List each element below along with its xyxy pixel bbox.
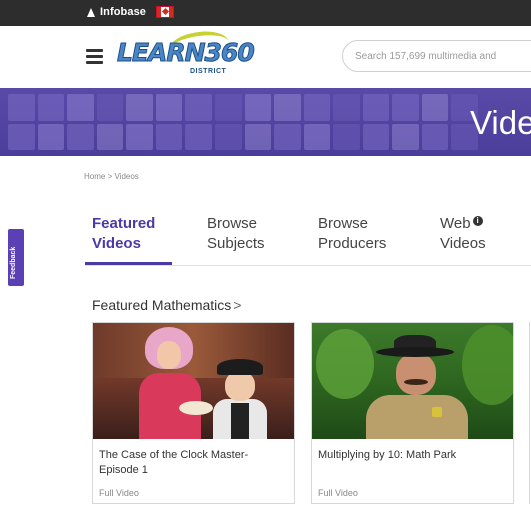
canada-flag-icon[interactable]: [156, 6, 175, 18]
banner-title: Vide: [470, 104, 531, 141]
banner-collage: [8, 94, 478, 150]
feedback-label: Feedback: [10, 246, 17, 279]
learn360-logo[interactable]: LEARN360 DISTRICT: [117, 27, 256, 78]
section-title: Featured Mathematics: [92, 297, 232, 313]
hamburger-menu-icon[interactable]: [86, 49, 103, 64]
feedback-button[interactable]: Feedback: [8, 229, 24, 286]
video-tabs: Featured Videos Browse Subjects Browse P…: [92, 214, 531, 266]
tab-label-line1: Featured: [92, 215, 156, 232]
section-title-link[interactable]: Featured Mathematics >: [92, 297, 241, 313]
search-input[interactable]: [343, 41, 531, 71]
video-card[interactable]: The Case of the Clock Master- Episode 1 …: [92, 322, 295, 504]
breadcrumb-home[interactable]: Home: [84, 172, 105, 181]
brand-name: Infobase: [100, 6, 147, 18]
breadcrumb-separator: >: [107, 172, 113, 181]
search-box[interactable]: [342, 40, 531, 72]
video-title[interactable]: The Case of the Clock Master- Episode 1: [99, 448, 289, 478]
video-title[interactable]: Multiplying by 10: Math Park: [318, 448, 508, 463]
breadcrumb: Home > Videos: [84, 172, 139, 181]
tab-label-line2: Videos: [440, 235, 486, 252]
logo-subtext: DISTRICT: [190, 68, 227, 75]
chevron-right-icon: >: [233, 297, 242, 313]
tab-label-line2: Subjects: [207, 235, 265, 252]
infobase-brand[interactable]: Infobase: [87, 6, 175, 18]
site-header: LEARN360 DISTRICT: [0, 26, 531, 88]
video-thumbnail[interactable]: [93, 323, 294, 439]
breadcrumb-current: Videos: [114, 172, 139, 181]
video-type: Full Video: [99, 488, 139, 498]
tab-label-line1: Browse: [207, 215, 258, 232]
logo-text: LEARN360: [117, 38, 256, 68]
infobase-triangle-icon: [87, 7, 96, 17]
tab-label-line1: Browse: [318, 215, 369, 232]
tab-featured-videos[interactable]: Featured Videos: [92, 214, 155, 254]
page-banner: Vide: [0, 88, 531, 156]
top-bar: Infobase: [0, 0, 531, 26]
video-thumbnail[interactable]: [312, 323, 513, 439]
tab-label-line1: Web: [440, 215, 471, 232]
tab-browse-subjects[interactable]: Browse Subjects: [207, 214, 265, 254]
tabs-divider: [85, 265, 531, 266]
video-type: Full Video: [318, 488, 358, 498]
tab-label-line2: Videos: [92, 235, 141, 252]
tab-web-videos[interactable]: Web i Videos: [440, 214, 486, 254]
tab-browse-producers[interactable]: Browse Producers: [318, 214, 386, 254]
info-icon[interactable]: i: [472, 216, 483, 226]
tab-label-line2: Producers: [318, 235, 387, 252]
video-card[interactable]: Multiplying by 10: Math Park Full Video: [311, 322, 514, 504]
